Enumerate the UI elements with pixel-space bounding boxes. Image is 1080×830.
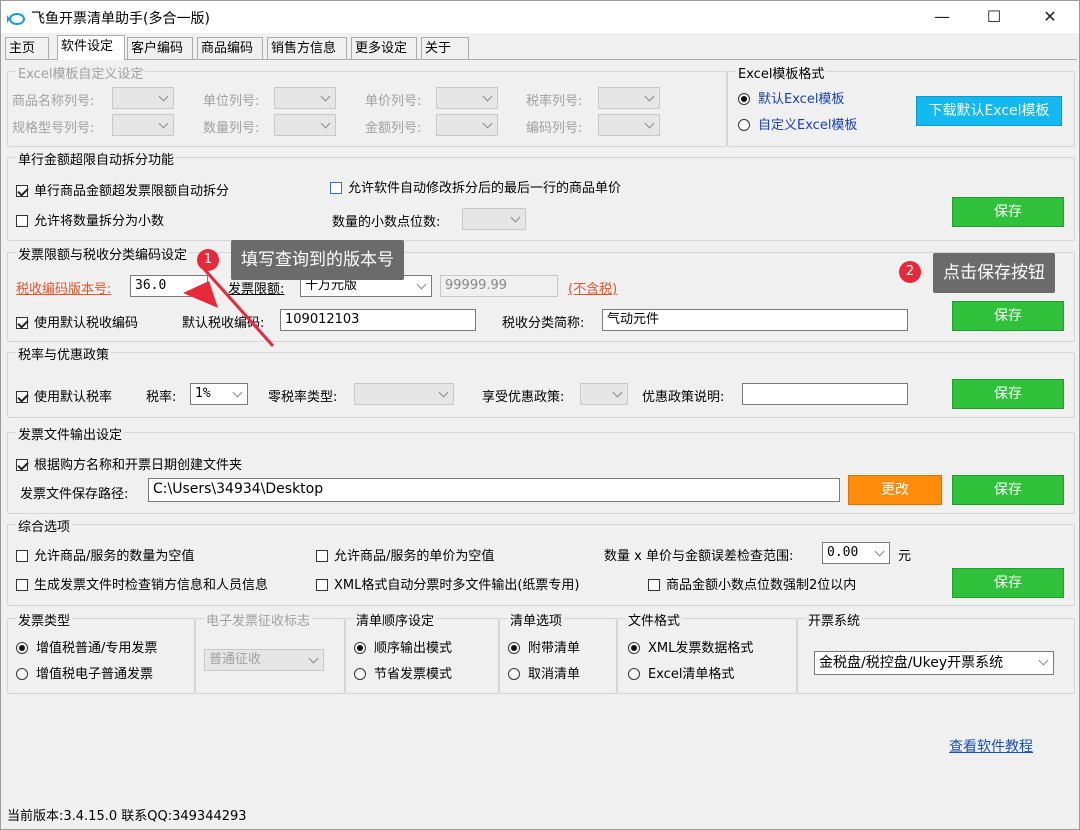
status-bar: 当前版本:3.4.15.0 联系QQ:349344293 — [7, 809, 247, 824]
callout-version: 填写查询到的版本号 — [231, 240, 404, 280]
callout-save: 点击保存按钮 — [933, 253, 1055, 293]
annotation-arrow — [183, 267, 275, 348]
tab-software-settings[interactable]: 软件设定 — [57, 35, 125, 60]
step-badge-2: 2 — [899, 261, 921, 283]
step-badge-1: 1 — [197, 249, 219, 271]
app-window: 飞鱼开票清单助手(多合一版) — ☐ ✕ 主页 软件设定 客户编码 商品编码 销… — [0, 0, 1080, 830]
